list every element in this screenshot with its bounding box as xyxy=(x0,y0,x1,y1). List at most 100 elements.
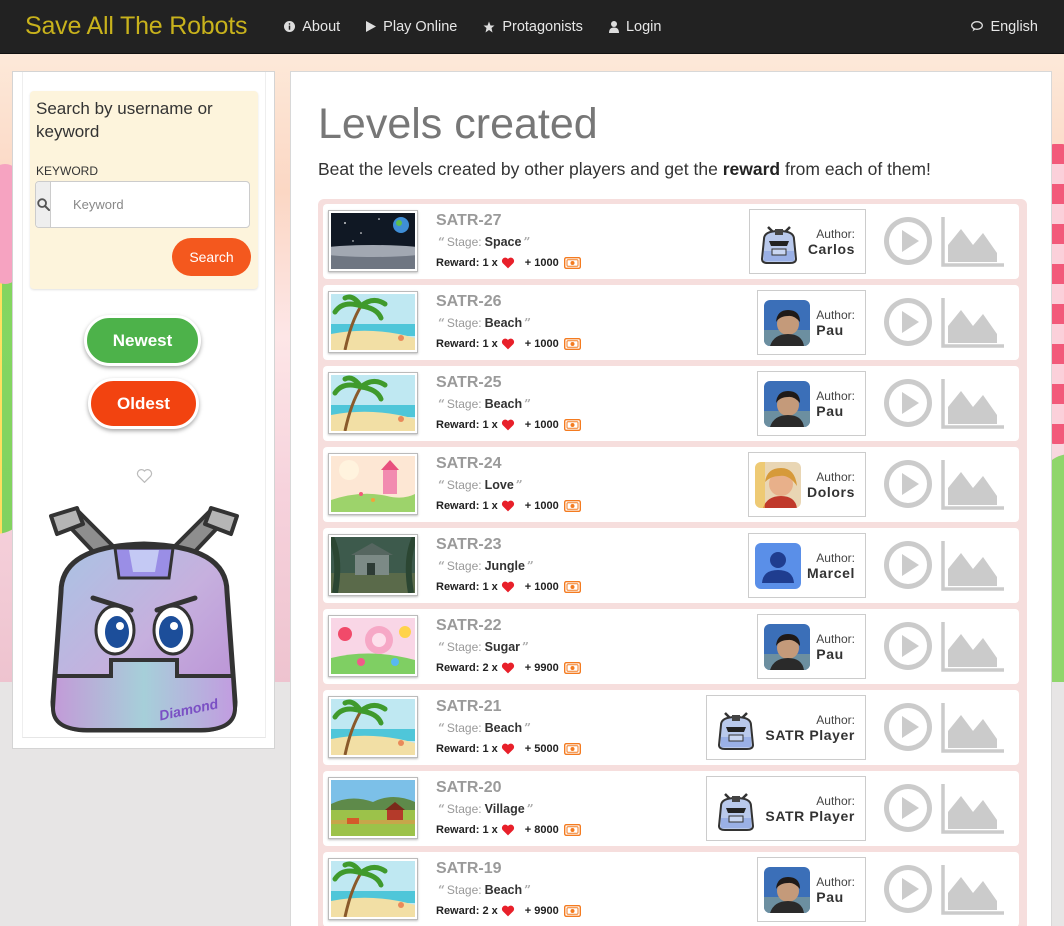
nav-about[interactable]: About xyxy=(284,19,340,35)
level-thumbnail[interactable] xyxy=(328,777,418,839)
level-row[interactable]: SATR-25 “ Stage: Beach ” Reward: 1 x + 1… xyxy=(323,366,1019,441)
play-level-button[interactable] xyxy=(884,217,932,269)
level-thumbnail[interactable] xyxy=(328,534,418,596)
newest-button[interactable]: Newest xyxy=(84,315,201,366)
language-selector[interactable]: English xyxy=(971,19,1038,35)
level-stage: “ Stage: Beach ” xyxy=(436,397,533,411)
level-reward: Reward: 2 x + 9900 xyxy=(436,905,581,917)
reward-label: Reward: xyxy=(436,500,480,512)
level-stats-icon[interactable] xyxy=(941,701,1005,757)
level-thumbnail[interactable] xyxy=(328,291,418,353)
oldest-button[interactable]: Oldest xyxy=(88,378,199,429)
play-level-button[interactable] xyxy=(884,460,932,512)
level-row[interactable]: SATR-24 “ Stage: Love ” Reward: 1 x + 10… xyxy=(323,447,1019,522)
play-level-button[interactable] xyxy=(884,379,932,431)
author-label: Author: xyxy=(816,307,855,322)
level-code[interactable]: SATR-24 xyxy=(436,455,502,473)
level-stats-icon[interactable] xyxy=(941,539,1005,595)
level-row[interactable]: SATR-21 “ Stage: Beach ” Reward: 1 x + 5… xyxy=(323,690,1019,765)
author-avatar xyxy=(713,704,760,751)
level-code[interactable]: SATR-20 xyxy=(436,779,502,797)
level-code[interactable]: SATR-21 xyxy=(436,698,502,716)
level-code[interactable]: SATR-22 xyxy=(436,617,502,635)
level-code[interactable]: SATR-25 xyxy=(436,374,502,392)
level-thumbnail[interactable] xyxy=(328,858,418,920)
play-level-button[interactable] xyxy=(884,784,932,836)
level-row[interactable]: SATR-27 “ Stage: Space ” Reward: 1 x + 1… xyxy=(313,204,1019,279)
chat-icon xyxy=(971,21,984,32)
level-thumbnail[interactable] xyxy=(313,210,433,272)
author-name: Dolors xyxy=(807,483,855,500)
level-stats-icon[interactable] xyxy=(941,863,1005,919)
level-stage: “ Stage: Beach ” xyxy=(436,721,533,735)
nav-protagonists[interactable]: Protagonists xyxy=(483,19,583,35)
reward-coins: + 9900 xyxy=(524,905,559,917)
stage-label: Stage: xyxy=(446,478,482,492)
reward-label: Reward: xyxy=(436,743,480,755)
author-name: SATR Player xyxy=(765,807,855,824)
author-card[interactable]: Author: Dolors xyxy=(748,452,866,517)
level-row[interactable]: SATR-23 “ Stage: Jungle ” Reward: 1 x + … xyxy=(323,528,1019,603)
level-row[interactable]: SATR-19 “ Stage: Beach ” Reward: 2 x + 9… xyxy=(323,852,1019,926)
level-thumbnail[interactable] xyxy=(328,372,418,434)
level-code[interactable]: SATR-23 xyxy=(436,536,502,554)
level-code[interactable]: SATR-27 xyxy=(436,212,502,230)
level-thumbnail[interactable] xyxy=(328,615,418,677)
level-code[interactable]: SATR-26 xyxy=(436,293,502,311)
author-card[interactable]: Author: SATR Player xyxy=(706,695,866,760)
author-card[interactable]: Author: Carlos xyxy=(748,209,866,274)
keyword-input-group xyxy=(35,181,250,228)
reward-hearts: 1 x xyxy=(482,257,498,269)
level-thumbnail[interactable] xyxy=(328,453,418,515)
level-reward: Reward: 1 x + 1000 xyxy=(436,581,581,593)
level-stats-icon[interactable] xyxy=(941,377,1005,433)
quote-close-icon: ” xyxy=(524,316,532,330)
level-thumbnail[interactable] xyxy=(328,696,418,758)
author-name: Pau xyxy=(816,321,844,338)
nav-login-label: Login xyxy=(625,18,662,35)
stage-value: Beach xyxy=(484,397,523,411)
level-stats-icon[interactable] xyxy=(941,782,1005,838)
author-card[interactable]: Author: Pau xyxy=(757,614,866,679)
author-card[interactable]: Author: SATR Player xyxy=(706,776,866,841)
level-code[interactable]: SATR-19 xyxy=(436,860,502,878)
keyword-input[interactable] xyxy=(51,182,249,227)
reward-coins: + 1000 xyxy=(524,419,559,431)
author-card[interactable]: Author: Pau xyxy=(757,371,866,436)
level-stats-icon[interactable] xyxy=(941,296,1005,352)
coin-icon xyxy=(563,743,581,755)
favorite-heart-icon[interactable] xyxy=(136,468,153,487)
search-button[interactable]: Search xyxy=(172,238,251,276)
play-level-button[interactable] xyxy=(884,622,932,674)
levels-list: SATR-27 “ Stage: Space ” Reward: 1 x + 1… xyxy=(313,199,1027,926)
author-card[interactable]: Author: Marcel xyxy=(748,533,866,598)
play-level-button[interactable] xyxy=(884,865,932,917)
coin-icon xyxy=(563,338,581,350)
search-panel: Search by username or keyword KEYWORD Se… xyxy=(30,91,258,289)
level-stage: “ Stage: Jungle ” xyxy=(436,559,536,573)
nav-login[interactable]: Login xyxy=(608,18,662,35)
reward-hearts: 1 x xyxy=(482,419,498,431)
level-reward: Reward: 1 x + 1000 xyxy=(436,338,581,350)
coin-icon xyxy=(563,581,581,593)
level-row[interactable]: SATR-22 “ Stage: Sugar ” Reward: 2 x + 9… xyxy=(323,609,1019,684)
nav-play-online[interactable]: Play Online xyxy=(366,19,457,35)
level-stats-icon[interactable] xyxy=(941,215,1005,271)
brand-logo-text[interactable]: Save All The Robots xyxy=(25,12,247,41)
level-stats-icon[interactable] xyxy=(941,620,1005,676)
reward-hearts: 1 x xyxy=(482,824,498,836)
stage-value: Love xyxy=(484,478,514,492)
reward-coins: + 8000 xyxy=(524,824,559,836)
author-card[interactable]: Author: Pau xyxy=(757,857,866,922)
level-row[interactable]: SATR-26 “ Stage: Beach ” Reward: 1 x + 1… xyxy=(323,285,1019,360)
author-card[interactable]: Author: Pau xyxy=(757,290,866,355)
play-level-button[interactable] xyxy=(884,703,932,755)
quote-open-icon: “ xyxy=(438,235,445,249)
level-row[interactable]: SATR-20 “ Stage: Village ” Reward: 1 x +… xyxy=(323,771,1019,846)
stage-value: Village xyxy=(484,802,525,816)
play-level-button[interactable] xyxy=(884,541,932,593)
author-info: Author: Pau xyxy=(816,308,855,338)
quote-close-icon: ” xyxy=(524,883,532,897)
play-level-button[interactable] xyxy=(884,298,932,350)
level-stats-icon[interactable] xyxy=(941,458,1005,514)
